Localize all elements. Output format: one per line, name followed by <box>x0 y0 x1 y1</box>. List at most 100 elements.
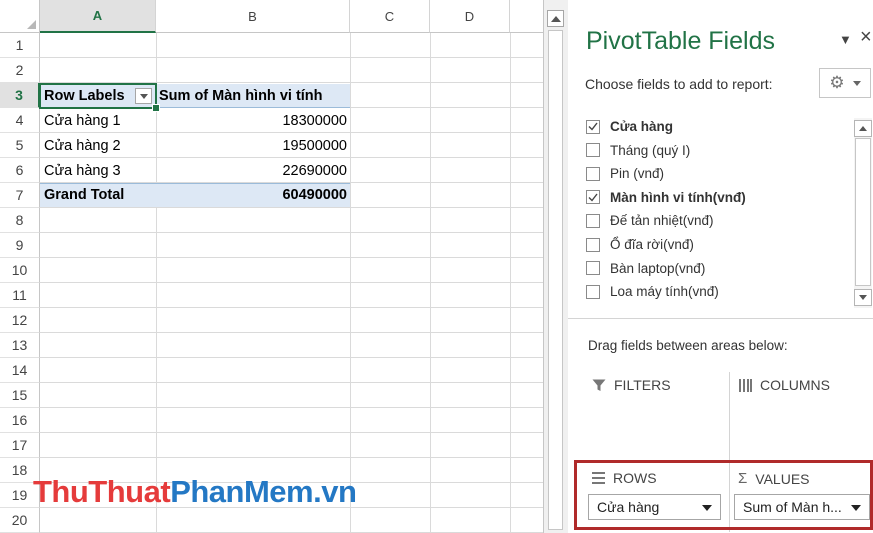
choose-fields-label: Choose fields to add to report: <box>585 76 773 92</box>
field-label: Tháng (quý I) <box>610 142 691 158</box>
filters-area-header[interactable]: FILTERS <box>592 377 671 393</box>
column-header-a[interactable]: A <box>40 0 156 33</box>
value-header[interactable]: Sum of Màn hình vi tính <box>159 84 349 108</box>
row-gridline <box>40 432 543 433</box>
row-header[interactable]: 1 <box>0 33 40 58</box>
field-label: Loa máy tính(vnđ) <box>610 284 719 300</box>
row-gridline <box>40 332 543 333</box>
column-header-d[interactable]: D <box>430 0 510 33</box>
scroll-up-button[interactable] <box>547 10 564 27</box>
field-checkbox[interactable] <box>586 237 600 252</box>
pivot-row-value[interactable]: 18300000 <box>160 109 347 133</box>
row-header[interactable]: 3 <box>0 83 40 108</box>
field-checkbox[interactable] <box>586 261 600 276</box>
watermark-logo: ThuThuatPhanMem.vn <box>33 474 357 509</box>
checkmark-icon <box>588 193 598 202</box>
field-item[interactable]: Màn hình vi tính(vnđ) <box>582 186 746 209</box>
column-gridline <box>510 33 511 533</box>
column-gridline <box>350 33 351 533</box>
row-labels-filter-button[interactable] <box>135 88 152 104</box>
row-header[interactable]: 14 <box>0 358 40 383</box>
row-header[interactable]: 12 <box>0 308 40 333</box>
tools-button[interactable]: ⚙ <box>819 68 871 98</box>
row-gridline <box>40 457 543 458</box>
field-checkbox[interactable] <box>586 143 600 158</box>
row-gridline <box>40 207 543 208</box>
field-label: Pin (vnđ) <box>610 166 665 182</box>
filter-icon <box>592 379 606 391</box>
row-header[interactable]: 9 <box>0 233 40 258</box>
field-item[interactable]: Ổ đĩa rời(vnđ) <box>582 233 694 256</box>
row-gridline <box>40 282 543 283</box>
row-header[interactable]: 5 <box>0 133 40 158</box>
arrow-up-icon <box>550 15 561 22</box>
pivot-row-label[interactable]: Cửa hàng 3 <box>44 159 154 183</box>
row-header[interactable]: 11 <box>0 283 40 308</box>
row-header[interactable]: 8 <box>0 208 40 233</box>
field-checkbox[interactable] <box>586 213 600 228</box>
close-icon[interactable]: × <box>860 26 872 49</box>
select-all-corner[interactable] <box>0 0 40 33</box>
field-list-scrollbar[interactable] <box>854 118 872 308</box>
field-item[interactable]: Đế tản nhiệt(vnđ) <box>582 209 714 232</box>
columns-icon <box>739 378 752 392</box>
row-header[interactable]: 7 <box>0 183 40 208</box>
field-item[interactable]: Bàn laptop(vnđ) <box>582 257 705 280</box>
row-header[interactable]: 4 <box>0 108 40 133</box>
field-label: Đế tản nhiệt(vnđ) <box>610 213 714 229</box>
row-header[interactable]: 17 <box>0 433 40 458</box>
row-header[interactable]: 15 <box>0 383 40 408</box>
sheet-vertical-scrollbar[interactable] <box>543 0 568 533</box>
chevron-down-icon <box>852 80 861 86</box>
field-label: Cửa hàng <box>610 119 674 134</box>
row-header[interactable]: 2 <box>0 58 40 83</box>
pivot-row-label[interactable]: Cửa hàng 2 <box>44 134 154 158</box>
field-item[interactable]: Loa máy tính(vnđ) <box>582 280 719 303</box>
fill-handle[interactable] <box>152 104 160 112</box>
field-checkbox[interactable] <box>586 190 600 205</box>
filters-label: FILTERS <box>614 377 671 393</box>
row-header[interactable]: 20 <box>0 508 40 533</box>
row-header[interactable]: 6 <box>0 158 40 183</box>
field-scroll-down-button[interactable] <box>854 289 872 306</box>
pivot-row-value[interactable]: 22690000 <box>160 159 347 183</box>
spreadsheet-grid[interactable]: A B C D 1 2 3 4 5 6 7 8 9 10 11 12 13 14 15 16 17 18 19 20 … <box>0 0 543 533</box>
column-header-e[interactable] <box>510 0 543 33</box>
pivot-row-value[interactable]: 19500000 <box>160 134 347 158</box>
field-checkbox[interactable] <box>586 119 600 134</box>
pane-title: PivotTable Fields <box>586 27 775 55</box>
field-checkbox[interactable] <box>586 166 600 181</box>
field-item[interactable]: Pin (vnđ) <box>582 162 664 185</box>
field-scroll-up-button[interactable] <box>854 120 872 137</box>
column-gridline <box>430 33 431 533</box>
pivottable-fields-pane: PivotTable Fields ▼ × Choose fields to a… <box>568 0 873 533</box>
row-header[interactable]: 16 <box>0 408 40 433</box>
arrow-down-icon <box>859 295 867 300</box>
row-gridline <box>40 357 543 358</box>
row-header[interactable]: 10 <box>0 258 40 283</box>
field-list: Cửa hàng Tháng (quý I) Pin (vnđ) Màn hình v… <box>582 115 848 310</box>
checkmark-icon <box>588 122 598 131</box>
row-gridline <box>40 307 543 308</box>
column-header-c[interactable]: C <box>350 0 430 33</box>
field-scroll-thumb[interactable] <box>855 138 871 286</box>
scroll-thumb[interactable] <box>548 30 563 530</box>
grand-total-label[interactable]: Grand Total <box>44 183 154 207</box>
gear-icon: ⚙ <box>829 73 845 92</box>
field-label: Ổ đĩa rời(vnđ) <box>610 237 694 252</box>
grand-total-value[interactable]: 60490000 <box>160 183 347 207</box>
pane-divider <box>568 318 873 319</box>
field-item[interactable]: Tháng (quý I) <box>582 139 690 162</box>
column-header-b[interactable]: B <box>156 0 350 33</box>
field-item[interactable]: Cửa hàng <box>582 115 673 138</box>
field-checkbox[interactable] <box>586 284 600 299</box>
pivot-row-label[interactable]: Cửa hàng 1 <box>44 109 154 133</box>
arrow-up-icon <box>859 126 867 131</box>
columns-area-header[interactable]: COLUMNS <box>739 377 830 393</box>
pane-menu-icon[interactable]: ▼ <box>839 32 852 47</box>
rows-values-highlight-box <box>574 460 873 530</box>
row-header[interactable]: 13 <box>0 333 40 358</box>
row-gridline <box>40 232 543 233</box>
field-label: Bàn laptop(vnđ) <box>610 260 706 276</box>
row-gridline <box>40 407 543 408</box>
